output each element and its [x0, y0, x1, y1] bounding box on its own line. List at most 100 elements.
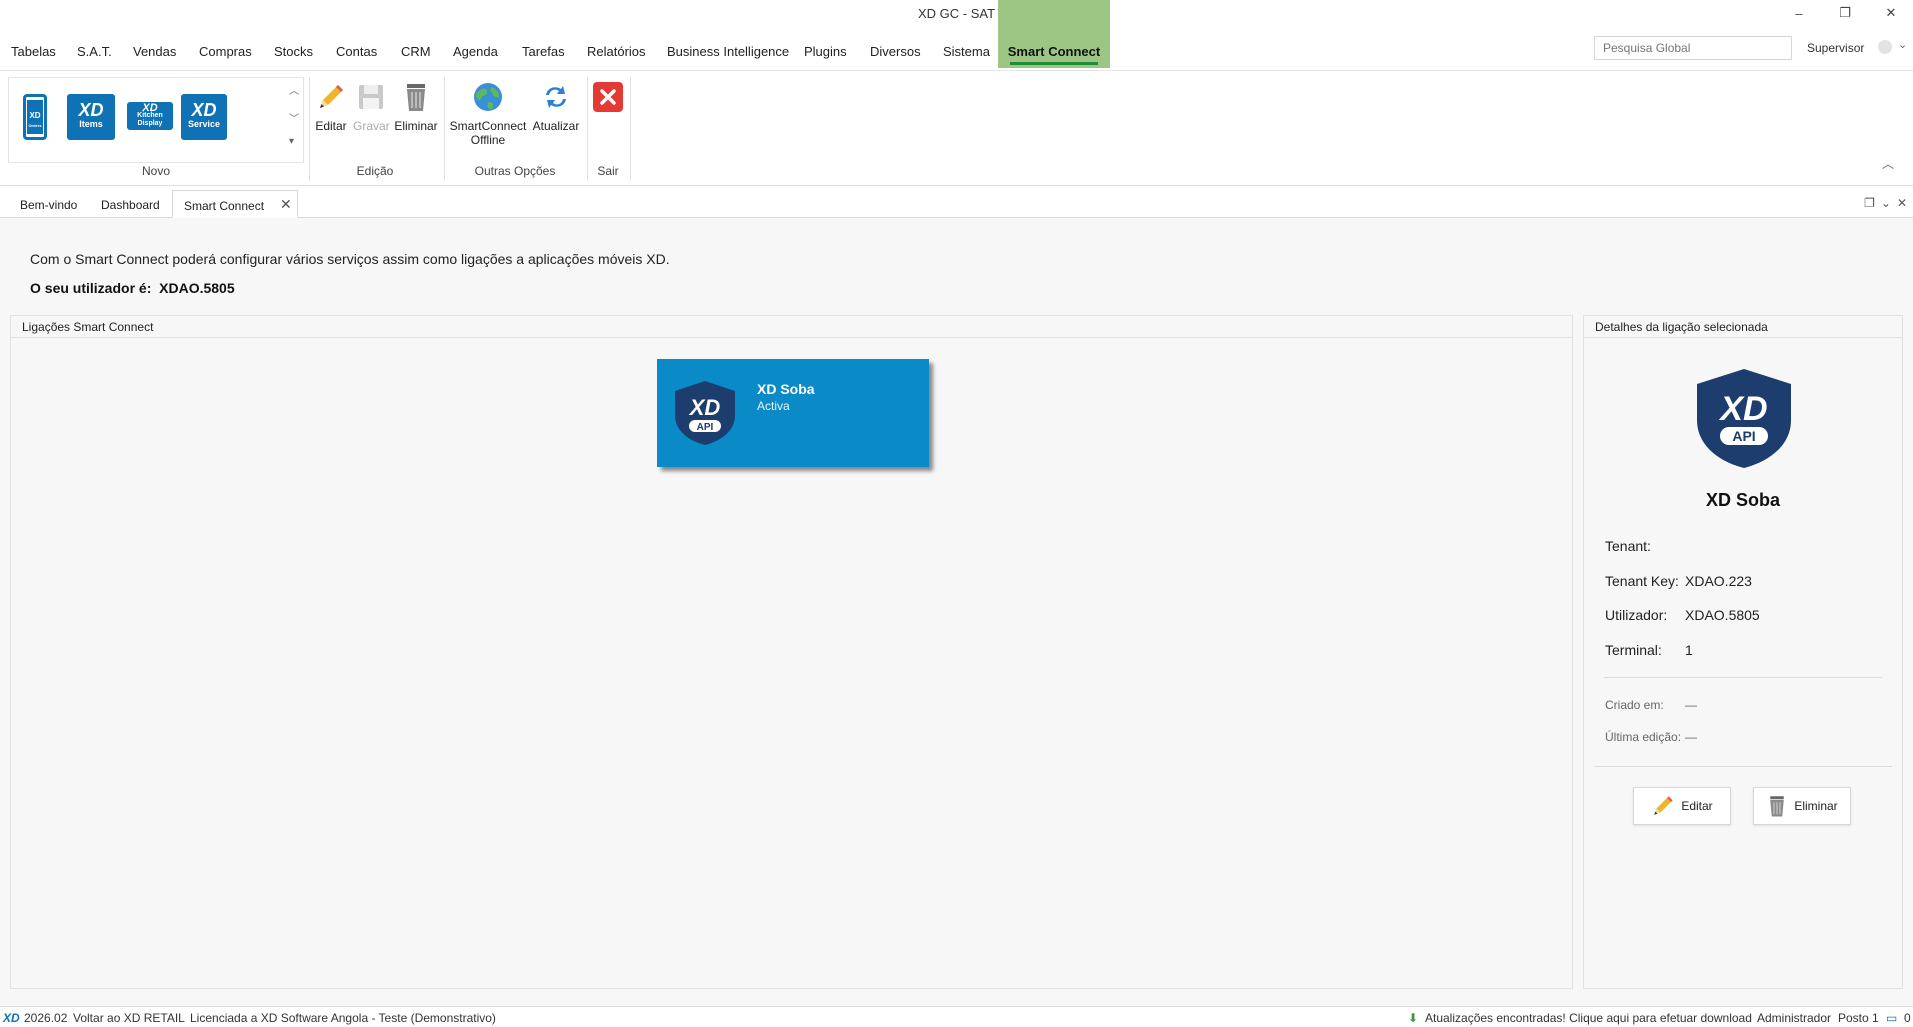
menu-smart-connect-label: Smart Connect	[1007, 44, 1101, 59]
smartconnect-offline-label-2: Offline	[470, 133, 506, 147]
minimize-button[interactable]: –	[1776, 0, 1822, 26]
editar-button[interactable]: Editar	[313, 79, 349, 133]
active-menu-underline	[1010, 62, 1098, 65]
atualizar-button[interactable]: Atualizar	[530, 79, 582, 133]
xd-kitchen-display-tile[interactable]: XD Kitchen Display	[127, 102, 173, 130]
menu-smart-connect[interactable]: Smart Connect	[998, 0, 1110, 68]
window-list-icon[interactable]: ❐	[1864, 196, 1875, 210]
menu-sat[interactable]: S.A.T.	[77, 44, 112, 59]
user-line: O seu utilizador é: XDAO.5805	[30, 280, 235, 296]
xd-service-tile[interactable]: XD Service	[181, 94, 227, 140]
tabs-toolbar: ❐ ⌄ ✕	[1864, 196, 1907, 210]
xd-orders-tile[interactable]: XD Orders	[23, 94, 47, 140]
svg-text:XD: XD	[1718, 390, 1767, 428]
svg-text:API: API	[1732, 428, 1755, 444]
pencil-icon	[313, 79, 349, 115]
svg-text:API: API	[697, 422, 714, 433]
menu-relatorios[interactable]: Relatórios	[587, 44, 646, 59]
floppy-disk-icon	[353, 79, 389, 115]
gallery-up-icon[interactable]: ︿	[289, 82, 299, 97]
detail-utilizador-label: Utilizador:	[1605, 607, 1668, 623]
detail-tenant-key: Tenant Key: XDAO.223	[1605, 573, 1752, 589]
menu-compras[interactable]: Compras	[199, 44, 252, 59]
status-role: Administrador	[1757, 1011, 1832, 1025]
menu-vendas[interactable]: Vendas	[133, 44, 176, 59]
gravar-button[interactable]: Gravar	[353, 79, 390, 133]
xd-logo-text: XD	[78, 100, 104, 120]
menu-diversos[interactable]: Diversos	[870, 44, 921, 59]
details-editar-label: Editar	[1681, 799, 1713, 813]
current-user[interactable]: Supervisor	[1807, 41, 1864, 55]
details-eliminar-button[interactable]: Eliminar	[1753, 787, 1851, 825]
user-line-value: XDAO.5805	[159, 280, 235, 296]
intro-text: Com o Smart Connect poderá configurar vá…	[30, 251, 670, 267]
gallery-expand-icon[interactable]: ▾	[289, 136, 294, 147]
sair-button[interactable]	[590, 79, 626, 119]
messages-icon[interactable]: ▭	[1886, 1011, 1897, 1025]
detail-tenant: Tenant:	[1605, 538, 1651, 554]
connection-status: Activa	[757, 399, 790, 413]
ribbon: XD Orders XD Items XD Kitchen Display XD…	[0, 70, 1913, 186]
menu-contas[interactable]: Contas	[336, 44, 377, 59]
maximize-button[interactable]: ❐	[1822, 0, 1868, 26]
smartconnect-offline-button[interactable]: SmartConnect Offline	[449, 79, 527, 147]
atualizar-label: Atualizar	[532, 119, 580, 133]
details-panel: Detalhes da ligação selecionada XD API X…	[1583, 315, 1903, 989]
eliminar-button[interactable]: Eliminar	[394, 79, 438, 133]
group-label-novo: Novo	[141, 164, 170, 178]
details-panel-title: Detalhes da ligação selecionada	[1584, 316, 1902, 338]
user-chevron-down-icon[interactable]: ⌄	[1898, 38, 1907, 51]
novo-gallery: XD Orders XD Items XD Kitchen Display XD…	[8, 77, 304, 163]
close-window-button[interactable]: ✕	[1868, 0, 1913, 26]
user-avatar-icon[interactable]	[1878, 40, 1892, 54]
menu-bar: Tabelas S.A.T. Vendas Compras Stocks Con…	[0, 0, 1913, 68]
editar-label: Editar	[315, 119, 347, 133]
xd-logo-text: XD	[142, 102, 158, 114]
tab-smart-connect-label: Smart Connect	[184, 199, 265, 213]
global-search-input[interactable]	[1594, 36, 1792, 60]
detail-terminal: Terminal: 1	[1605, 642, 1693, 658]
smartconnect-offline-label-1: SmartConnect	[449, 119, 527, 133]
connection-card[interactable]: XD API XD Soba Activa	[657, 359, 929, 467]
xd-api-shield-icon: XD API	[675, 381, 735, 445]
menu-agenda[interactable]: Agenda	[453, 44, 498, 59]
menu-tarefas[interactable]: Tarefas	[522, 44, 565, 59]
tab-bem-vindo[interactable]: Bem-vindo	[20, 190, 77, 218]
tab-dashboard[interactable]: Dashboard	[101, 190, 160, 218]
menu-tabelas[interactable]: Tabelas	[11, 44, 56, 59]
tabs-dropdown-icon[interactable]: ⌄	[1881, 196, 1891, 210]
details-editar-button[interactable]: Editar	[1633, 787, 1731, 825]
detail-utilizador-value: XDAO.5805	[1685, 607, 1760, 623]
menu-crm[interactable]: CRM	[401, 44, 431, 59]
detail-terminal-label: Terminal:	[1605, 642, 1662, 658]
back-to-retail-link[interactable]: Voltar ao XD RETAIL	[73, 1011, 185, 1025]
detail-criado-label: Criado em:	[1605, 698, 1664, 712]
detail-tenant-label: Tenant:	[1605, 538, 1651, 554]
detail-ultima-edicao: Última edição: —	[1605, 730, 1697, 744]
status-updates-link[interactable]: Atualizações encontradas! Clique aqui pa…	[1425, 1011, 1752, 1025]
menu-business-intelligence[interactable]: Business Intelligence	[667, 44, 789, 59]
menu-plugins[interactable]: Plugins	[804, 44, 847, 59]
close-all-icon[interactable]: ✕	[1897, 196, 1907, 210]
gallery-down-icon[interactable]: ﹀	[289, 110, 299, 125]
close-tab-icon[interactable]: ✕	[280, 196, 292, 213]
connections-panel: Ligações Smart Connect XD API XD Soba Ac…	[10, 315, 1573, 989]
detail-ultima-label: Última edição:	[1605, 730, 1682, 744]
connections-panel-title: Ligações Smart Connect	[11, 316, 1572, 338]
detail-ultima-value: —	[1685, 730, 1697, 744]
xd-logo-icon: XD	[3, 1011, 20, 1025]
group-label-edicao: Edição	[356, 164, 394, 178]
svg-text:Orders: Orders	[28, 123, 42, 128]
update-download-icon[interactable]: ⬇	[1408, 1011, 1418, 1025]
menu-sistema[interactable]: Sistema	[943, 44, 990, 59]
trash-can-icon	[398, 79, 434, 115]
ribbon-divider	[630, 77, 631, 181]
menu-stocks[interactable]: Stocks	[274, 44, 313, 59]
details-name: XD Soba	[1705, 490, 1780, 510]
details-divider	[1604, 677, 1882, 678]
xd-items-tile[interactable]: XD Items	[67, 94, 115, 140]
detail-tenant-key-value: XDAO.223	[1685, 573, 1752, 589]
detail-terminal-value: 1	[1685, 642, 1693, 658]
window-title: XD GC - SAT	[917, 6, 996, 21]
collapse-ribbon-icon[interactable]: ︿	[1882, 155, 1894, 172]
